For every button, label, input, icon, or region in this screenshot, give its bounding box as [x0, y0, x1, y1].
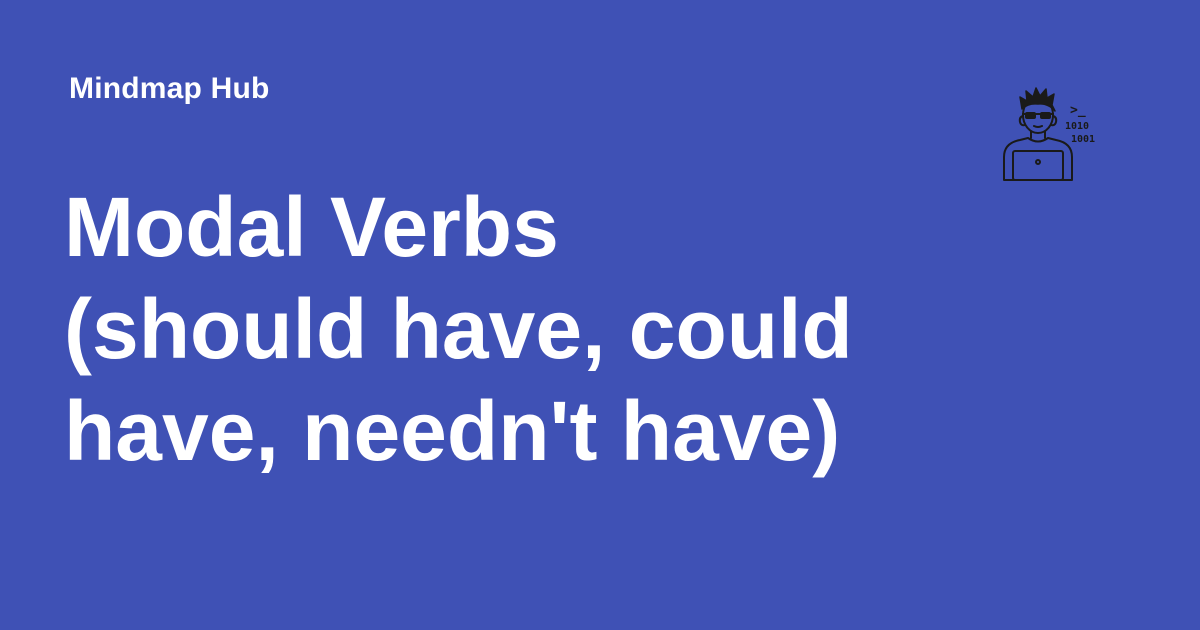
title-line-1: Modal Verbs: [64, 180, 559, 274]
binary-line-1: 1010: [1065, 121, 1089, 132]
terminal-prompt-glyph: >_: [1070, 103, 1086, 118]
binary-line-2: 1001: [1071, 134, 1095, 145]
og-card: Mindmap Hub Modal Verbs (should have, co…: [0, 0, 1200, 630]
brand-name: Mindmap Hub: [69, 72, 270, 105]
hacker-with-laptop-icon: >_ 1010 1001: [1003, 87, 1095, 181]
title-line-3: have, needn't have): [64, 384, 841, 478]
title-line-2: (should have, could: [64, 282, 853, 376]
page-title: Modal Verbs (should have, could have, ne…: [64, 176, 964, 482]
